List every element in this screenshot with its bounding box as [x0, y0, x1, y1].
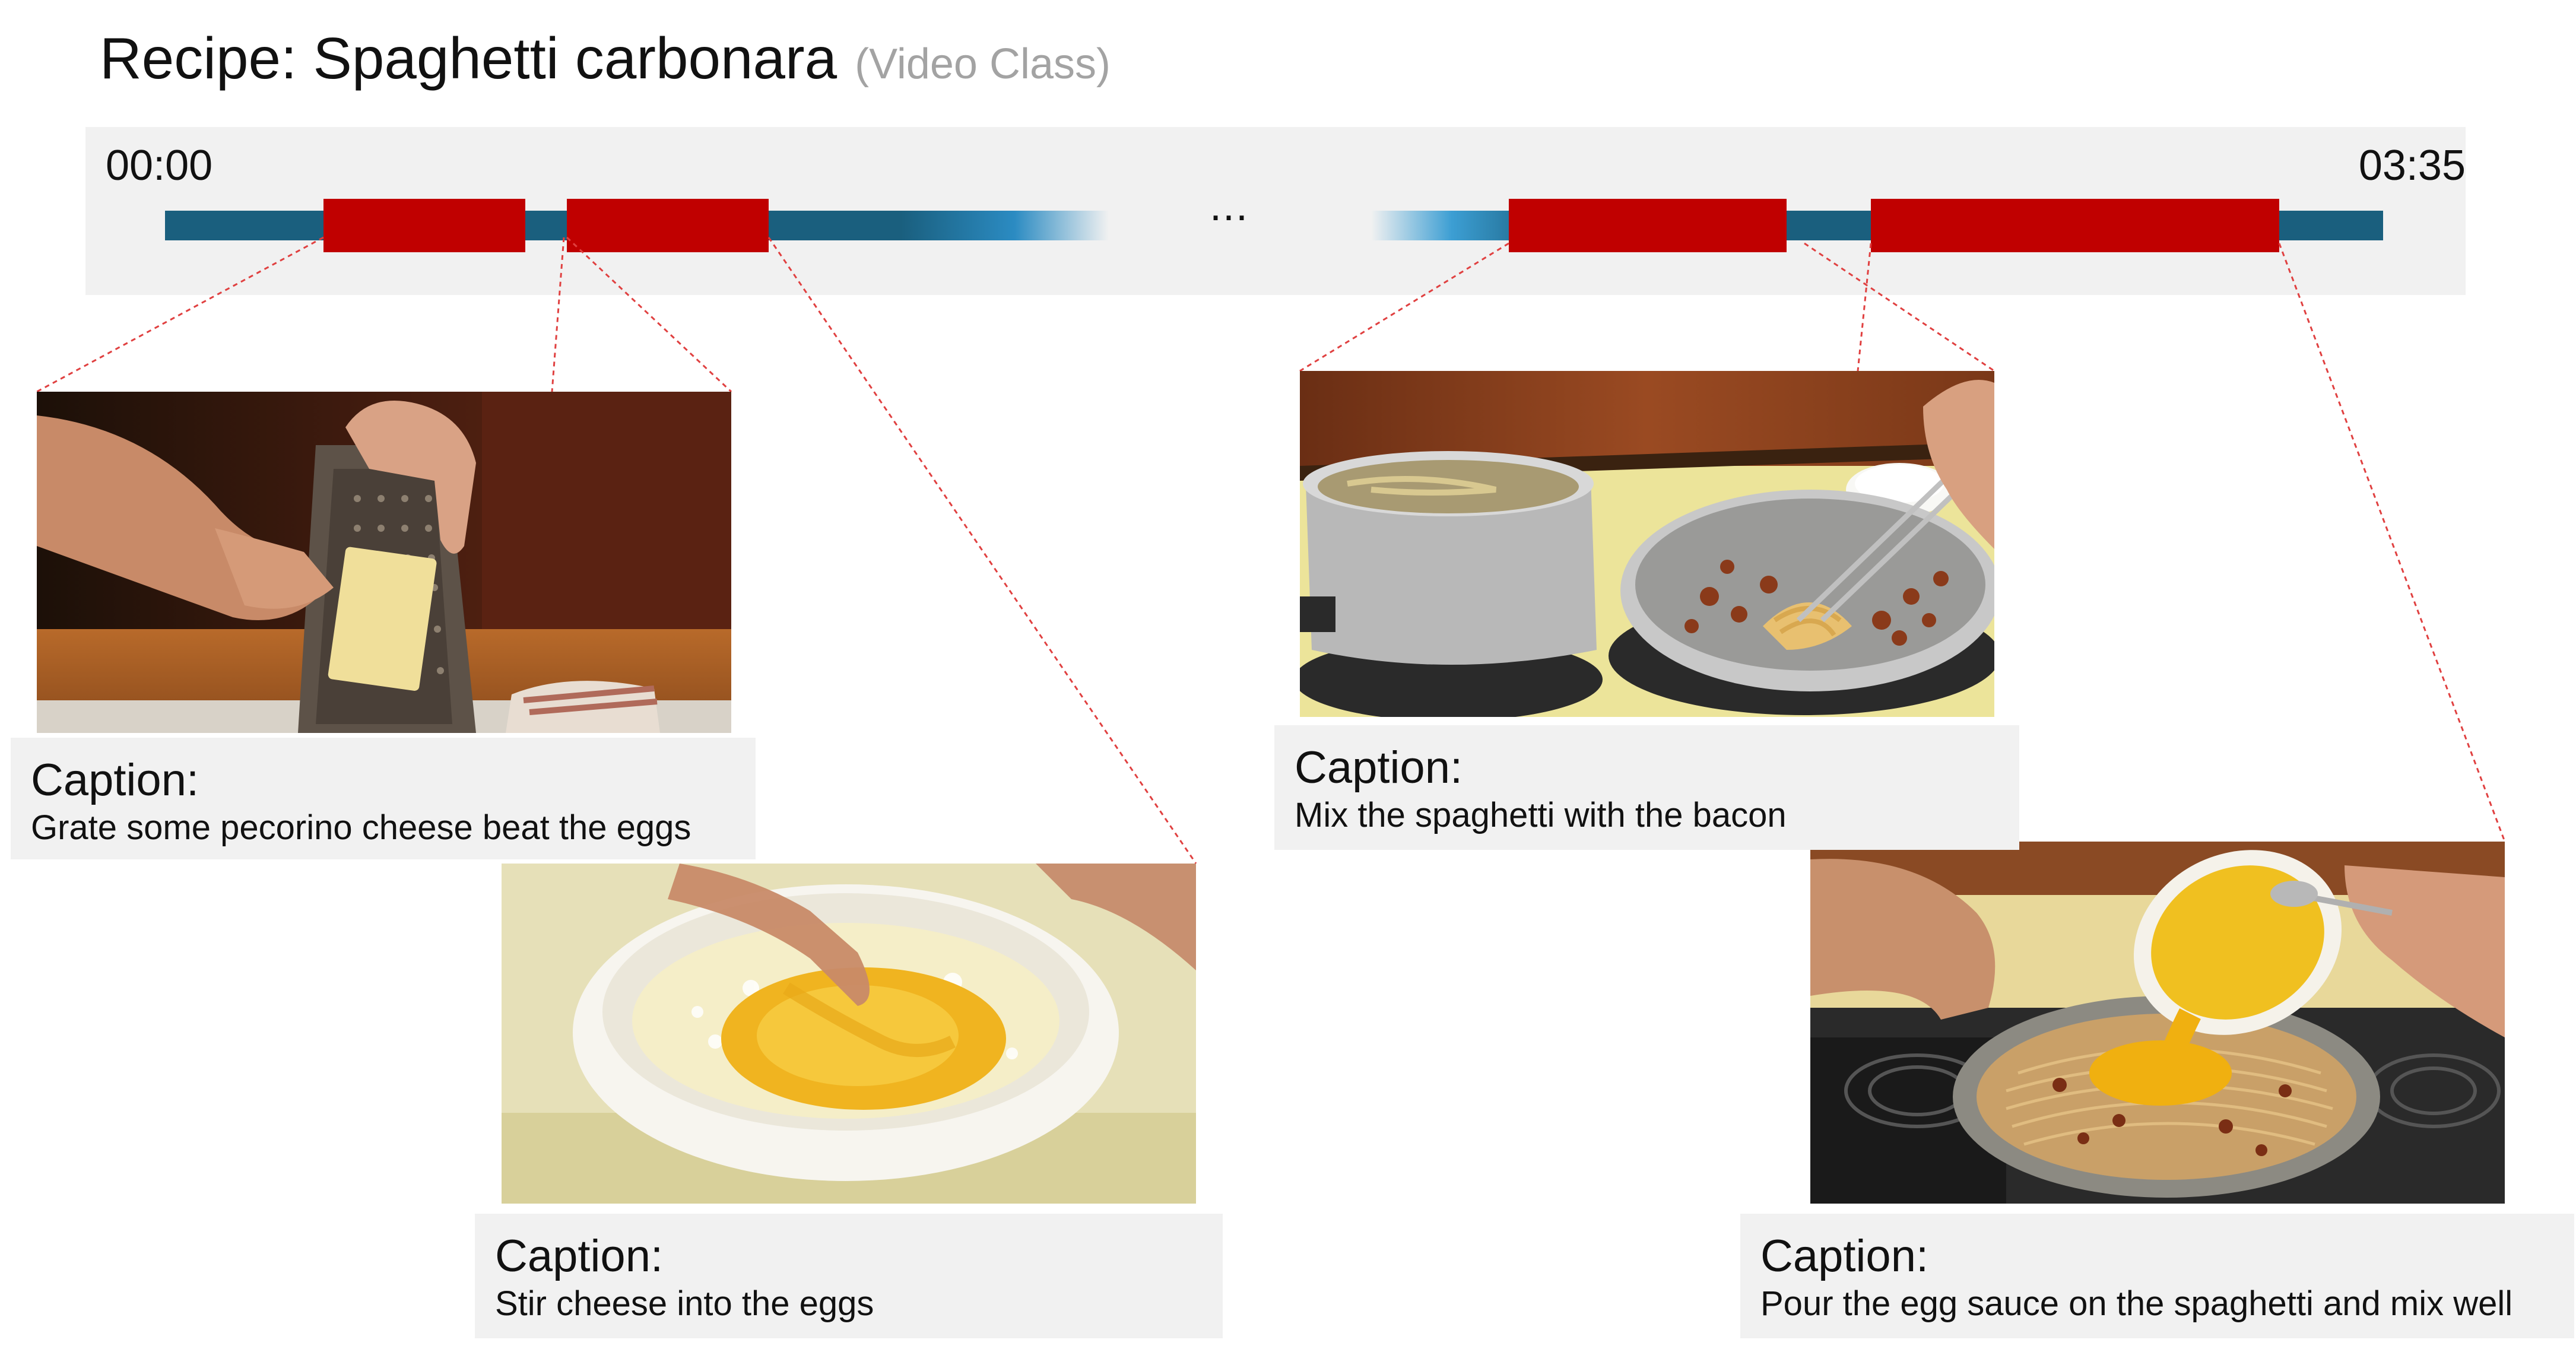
step-3-caption: Caption: Mix the spaghetti with the baco…: [1274, 725, 2019, 850]
timeline-segment-1[interactable]: [323, 199, 525, 252]
caption-heading: Caption:: [1295, 742, 1463, 793]
caption-text: Pour the egg sauce on the spaghetti and …: [1760, 1284, 2513, 1323]
caption-heading: Caption:: [495, 1231, 664, 1281]
step-2-caption: Caption: Stir cheese into the eggs: [475, 1214, 1223, 1338]
caption-text: Grate some pecorino cheese beat the eggs: [31, 808, 691, 847]
step-4-frame: [1810, 842, 2505, 1204]
caption-heading: Caption:: [1760, 1231, 1929, 1281]
step-2-frame: [502, 864, 1196, 1204]
timeline-start-time: 00:00: [106, 142, 213, 189]
step-3-frame: [1300, 371, 1994, 717]
timeline-segment-4[interactable]: [1871, 199, 2279, 252]
step-1-frame: [37, 392, 731, 733]
connector-4-right: [2278, 243, 2506, 842]
timeline-segment-3[interactable]: [1509, 199, 1787, 252]
page-subtitle: (Video Class): [855, 40, 1111, 88]
timeline-end-time: 03:35: [2358, 142, 2466, 189]
caption-text: Mix the spaghetti with the bacon: [1295, 796, 1787, 834]
step-4-caption: Caption: Pour the egg sauce on the spagh…: [1740, 1214, 2574, 1338]
stirring-eggs-image: [502, 864, 1196, 1204]
pouring-sauce-image: [1810, 842, 2505, 1204]
step-1-caption: Caption: Grate some pecorino cheese beat…: [11, 738, 756, 859]
caption-heading: Caption:: [31, 755, 199, 805]
timeline-gap-marker: ...: [1210, 182, 1249, 230]
title-text: Recipe: Spaghetti carbonara: [100, 26, 837, 91]
grating-cheese-image: [37, 392, 731, 733]
timeline-segment-2[interactable]: [567, 199, 769, 252]
connector-2-right: [767, 237, 1197, 864]
caption-text: Stir cheese into the eggs: [495, 1284, 874, 1323]
page-title: Recipe: Spaghetti carbonara (Video Class): [100, 25, 1111, 92]
mixing-spaghetti-image: [1300, 371, 1994, 717]
